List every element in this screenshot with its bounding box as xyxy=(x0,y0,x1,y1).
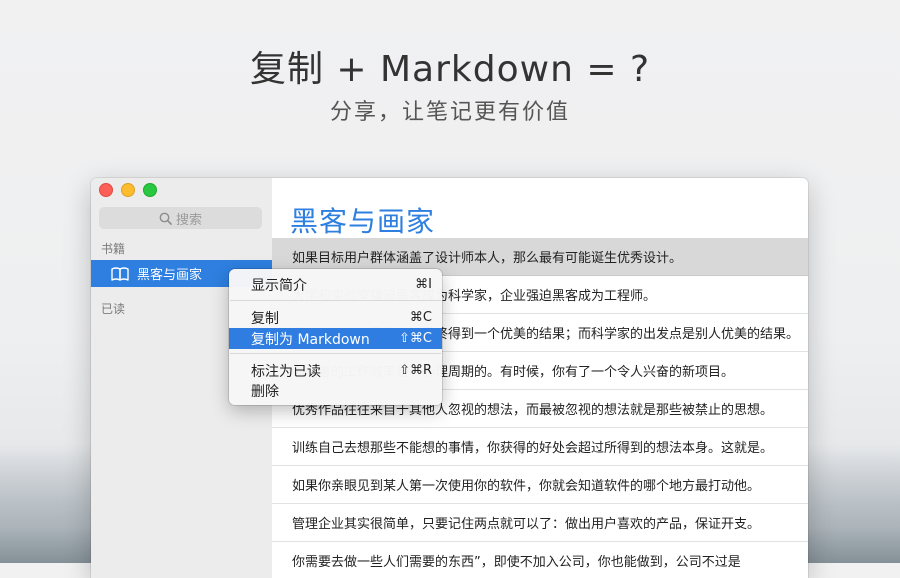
context-menu: 显示简介 ⌘I 复制 ⌘C 复制为 Markdown ⇧⌘C 标注为已读 ⇧⌘R… xyxy=(229,269,442,405)
menu-item-shortcut: ⇧⌘R xyxy=(399,363,432,378)
menu-item-label: 显示简介 xyxy=(251,277,307,294)
search-input[interactable]: 搜索 xyxy=(99,207,262,229)
close-window-button[interactable] xyxy=(99,183,113,197)
menu-item-copy[interactable]: 复制 ⌘C xyxy=(229,307,442,328)
hero-title: 复制 + Markdown = ? xyxy=(249,49,651,90)
menu-item-shortcut: ⌘C xyxy=(409,310,432,325)
menu-item-label: 复制 xyxy=(251,310,279,327)
menu-item-shortcut: ⌘I xyxy=(415,277,432,292)
list-item[interactable]: 管理企业其实很简单，只要记住两点就可以了：做出用户喜欢的产品，保证开支。 xyxy=(272,504,808,542)
app-window: 搜索 书籍 黑客与画家 已读 黑客与画家 如果目标用户群体涵盖了设计师本人，那么… xyxy=(91,178,808,578)
list-item[interactable]: 训练自己去想那些不能想的事情，你获得的好处会超过所得到的想法本身。这就是。 xyxy=(272,428,808,466)
book-icon xyxy=(111,266,129,281)
minimize-window-button[interactable] xyxy=(121,183,135,197)
menu-item-label: 删除 xyxy=(251,383,279,400)
menu-item-label: 标注为已读 xyxy=(251,363,321,380)
window-controls xyxy=(99,183,157,197)
list-item[interactable]: 如果你亲眼见到某人第一次使用你的软件，你就会知道软件的哪个地方最打动他。 xyxy=(272,466,808,504)
menu-item-shortcut: ⇧⌘C xyxy=(399,331,432,346)
menu-item-label: 复制为 Markdown xyxy=(251,331,370,348)
menu-item-show-info[interactable]: 显示简介 ⌘I xyxy=(229,274,442,295)
book-title: 黑客与画家 xyxy=(290,205,436,238)
menu-separator xyxy=(230,353,441,354)
list-item[interactable]: 你需要去做一些人们需要的东西”，即使不加入公司，你也能做到，公司不过是 xyxy=(272,542,808,578)
search-placeholder: 搜索 xyxy=(175,212,202,228)
hero-subtitle: 分享，让笔记更有价值 xyxy=(329,100,570,125)
menu-separator xyxy=(230,300,441,301)
section-label-read: 已读 xyxy=(101,302,126,316)
sidebar-item-label: 黑客与画家 xyxy=(137,268,203,283)
menu-item-mark-as-read[interactable]: 标注为已读 ⇧⌘R xyxy=(229,360,442,381)
menu-item-copy-as-markdown[interactable]: 复制为 Markdown ⇧⌘C xyxy=(229,328,442,349)
section-label-books: 书籍 xyxy=(101,242,126,256)
search-icon xyxy=(159,212,172,225)
zoom-window-button[interactable] xyxy=(143,183,157,197)
menu-item-delete[interactable]: 删除 xyxy=(229,380,442,401)
